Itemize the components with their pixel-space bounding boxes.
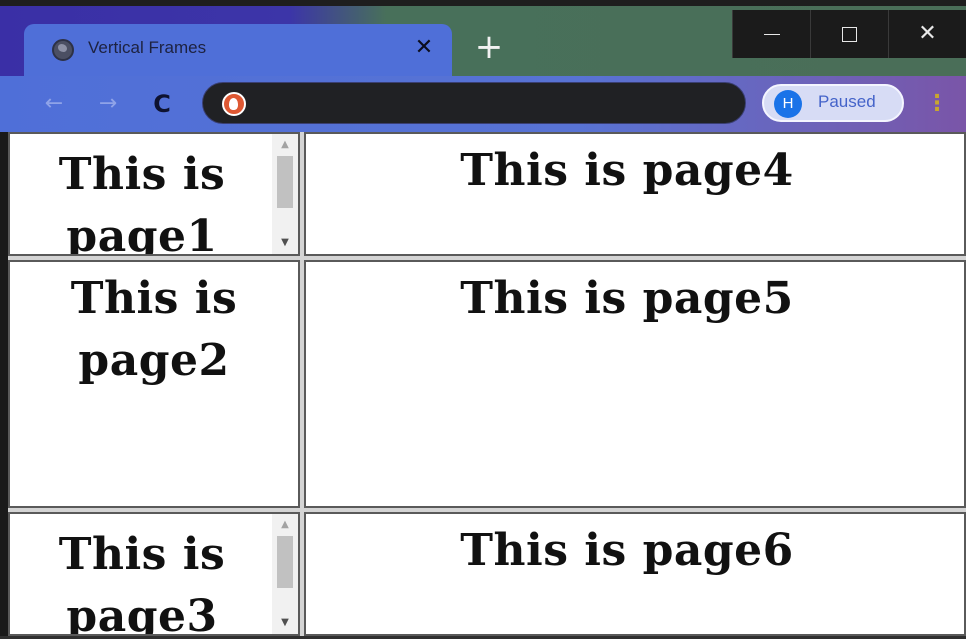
page3-heading: This is page3 [58, 529, 226, 636]
kebab-menu-icon[interactable]: ⋮ [926, 88, 948, 120]
scroll-thumb[interactable] [277, 156, 293, 208]
frame-page2[interactable]: This is page2 [8, 260, 300, 508]
duckduckgo-icon[interactable] [222, 92, 246, 116]
new-tab-button[interactable]: + [472, 30, 506, 64]
scroll-up-arrow-icon[interactable]: ▲ [272, 516, 298, 534]
page2-heading: This is page2 [70, 273, 238, 386]
window-close-button[interactable]: ✕ [888, 10, 966, 58]
scroll-up-arrow-icon[interactable]: ▲ [272, 136, 298, 154]
profile-avatar: H [774, 90, 802, 118]
frame-page5[interactable]: This is page5 [304, 260, 966, 508]
minimize-icon [763, 33, 780, 35]
frame-page3[interactable]: This is page3 ▲ ▼ [8, 512, 300, 636]
page6-heading: This is page6 [460, 525, 794, 576]
frame3-scrollbar[interactable]: ▲ ▼ [272, 514, 298, 634]
window-top-edge [0, 0, 966, 6]
tab-close-icon[interactable]: ✕ [410, 34, 438, 62]
frameset: This is page1 ▲ ▼ This is page2 This is … [8, 132, 966, 636]
scroll-down-arrow-icon[interactable]: ▼ [272, 614, 298, 632]
profile-status-label: Paused [818, 92, 876, 111]
frame1-scrollbar[interactable]: ▲ ▼ [272, 134, 298, 254]
globe-icon [52, 39, 74, 61]
frame-page1[interactable]: This is page1 ▲ ▼ [8, 132, 300, 256]
maximize-icon [842, 26, 857, 42]
page5-heading: This is page5 [460, 273, 794, 324]
minimize-button[interactable] [732, 10, 810, 58]
page1-heading: This is page1 [58, 149, 226, 256]
scroll-thumb[interactable] [277, 536, 293, 588]
back-arrow-icon[interactable]: ← [38, 88, 70, 120]
frame-page4[interactable]: This is page4 [304, 132, 966, 256]
forward-arrow-icon[interactable]: → [92, 88, 124, 120]
reload-icon[interactable]: C [146, 88, 178, 120]
address-bar[interactable] [202, 82, 746, 124]
frame-page6[interactable]: This is page6 [304, 512, 966, 636]
tab-title: Vertical Frames [88, 38, 207, 57]
maximize-button[interactable] [810, 10, 888, 58]
page4-heading: This is page4 [460, 145, 794, 196]
window-controls: ✕ [732, 10, 966, 58]
scroll-down-arrow-icon[interactable]: ▼ [272, 234, 298, 252]
